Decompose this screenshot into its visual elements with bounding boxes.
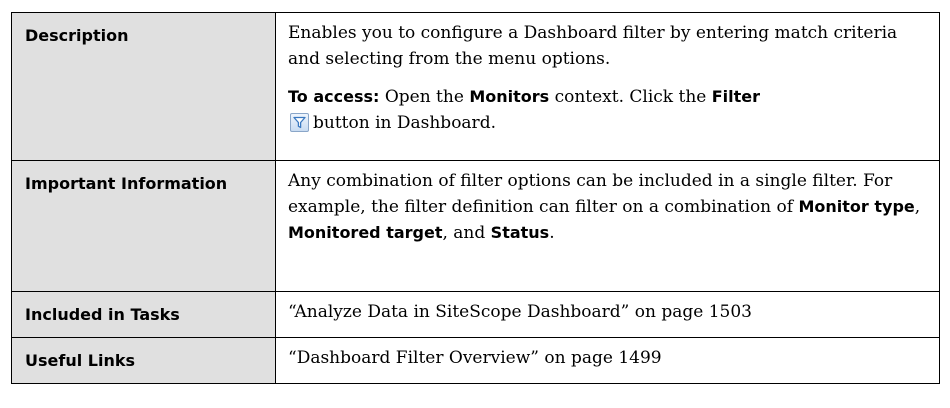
access-paragraph: To access: Open the Monitors context. Cl… [288,84,929,136]
important-paragraph: Any combination of filter options can be… [288,168,929,246]
row-content-important: Any combination of filter options can be… [275,160,940,292]
access-text-3: button in Dashboard. [313,113,496,133]
table-row-tasks: Included in Tasks “Analyze Data in SiteS… [11,291,940,338]
row-label-links: Useful Links [11,337,276,384]
filter-icon [290,113,309,132]
comma-2: , [442,223,448,243]
access-text-1: Open the [384,87,464,107]
access-label: To access: [288,87,380,106]
filter-term: Filter [711,87,761,106]
info-table: Description Enables you to configure a D… [11,12,940,384]
status-term: Status [490,223,550,242]
access-text-2: context. Click the [554,87,707,107]
row-content-links: “Dashboard Filter Overview” on page 1499 [275,337,940,384]
monitor-type-term: Monitor type [798,197,915,216]
description-text: Enables you to configure a Dashboard fil… [288,23,898,69]
tasks-link[interactable]: “Analyze Data in SiteScope Dashboard” on… [288,299,929,325]
useful-link[interactable]: “Dashboard Filter Overview” on page 1499 [288,345,929,371]
row-label-important: Important Information [11,160,276,292]
period: . [549,223,555,243]
table-row-links: Useful Links “Dashboard Filter Overview”… [11,337,940,384]
table-row-description: Description Enables you to configure a D… [11,12,940,161]
table-row-important: Important Information Any combination of… [11,160,940,292]
row-label-description: Description [11,12,276,161]
row-content-tasks: “Analyze Data in SiteScope Dashboard” on… [275,291,940,338]
comma-1: , [914,197,921,217]
and-text: and [453,223,486,243]
row-label-tasks: Included in Tasks [11,291,276,338]
monitored-target-term: Monitored target [288,223,443,242]
row-content-description: Enables you to configure a Dashboard fil… [275,12,940,161]
monitors-context-term: Monitors [469,87,550,106]
